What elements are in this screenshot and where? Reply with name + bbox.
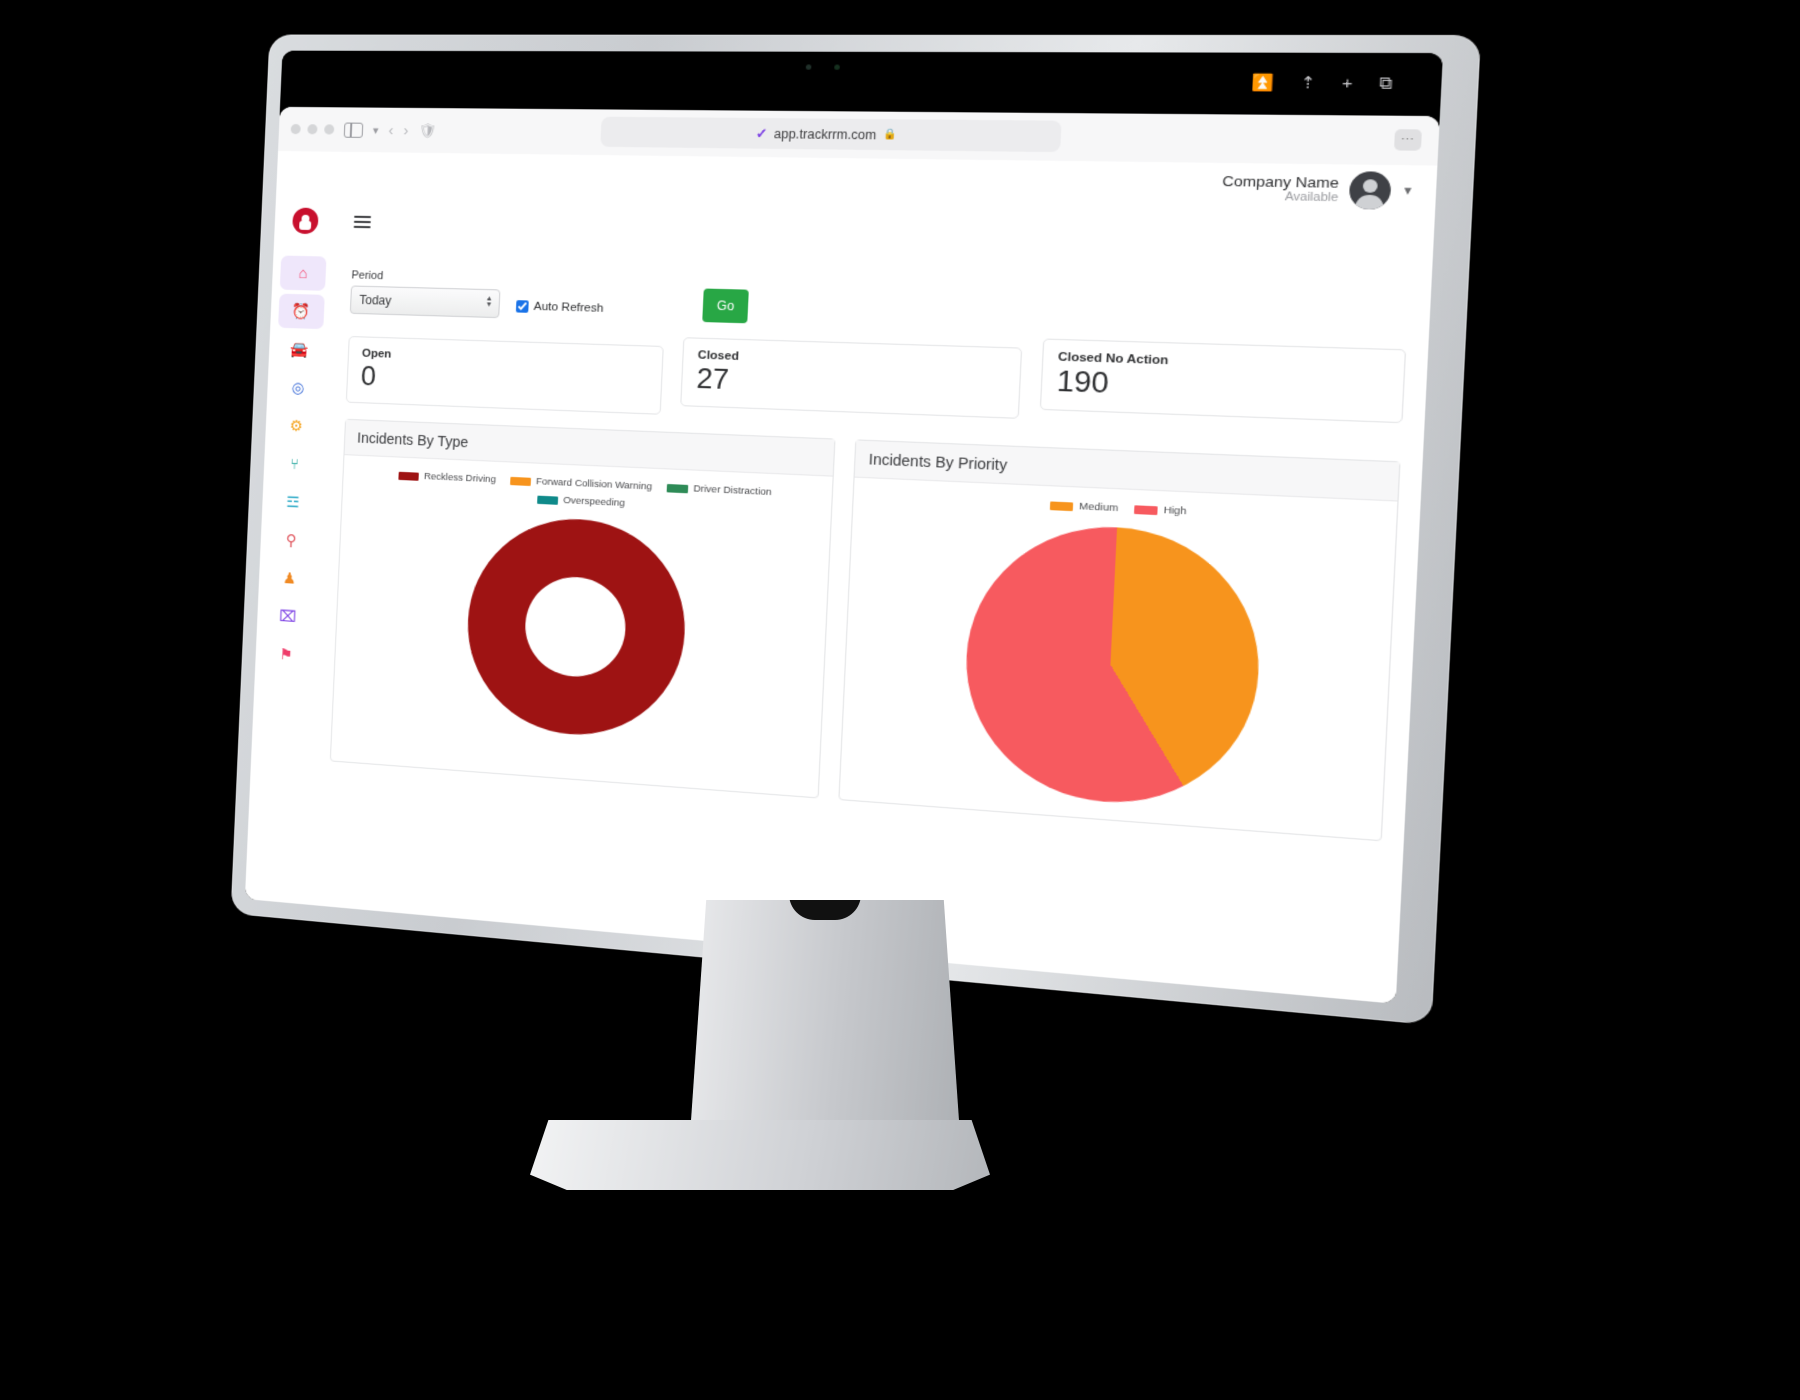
window-controls[interactable] — [290, 124, 335, 135]
sidebar-toggle-icon[interactable] — [343, 122, 364, 138]
chevron-down-icon[interactable]: ▾ — [373, 123, 379, 136]
panel-body: Reckless Driving Forward Collision Warnin… — [332, 455, 833, 769]
browser-toolbar-right: ⏫ ⇡ + ⧉ — [1251, 73, 1393, 94]
sidebar-item-vehicles[interactable]: 🚘 — [276, 332, 323, 368]
sidebar-item-users[interactable]: ♟ — [266, 560, 313, 597]
sidebar-item-filters[interactable]: ☲ — [270, 484, 317, 520]
auto-refresh-input[interactable] — [515, 300, 529, 313]
legend-label: Driver Distraction — [693, 483, 772, 499]
avatar[interactable] — [1348, 171, 1392, 210]
pie-chart — [851, 509, 1383, 821]
legend-swatch — [1050, 501, 1074, 512]
legend-label: High — [1163, 504, 1187, 518]
legend-swatch — [398, 471, 420, 481]
hamburger-menu-icon[interactable] — [353, 215, 372, 229]
legend-label: Reckless Driving — [423, 471, 497, 486]
monitor-stand-base — [530, 1120, 990, 1190]
sidebar-item-drivers[interactable]: ◎ — [275, 370, 322, 406]
legend-label: Overspeeding — [562, 495, 626, 510]
back-arrow-icon[interactable]: ‹ — [388, 121, 394, 138]
screenshot-stage: ⏫ ⇡ + ⧉ ▾ ‹ › 🛡 ✓ app.trackrrm.com 🔒 ⋯ C… — [0, 0, 1800, 1400]
go-button[interactable]: Go — [702, 288, 749, 324]
stepper-icon[interactable]: ▲ ▼ — [485, 295, 493, 309]
charts-row: Incidents By Type Reckless Driving Forwar… — [329, 419, 1401, 842]
excel-report-icon: ⌧ — [278, 607, 297, 627]
sidebar-item-routes[interactable]: ⑂ — [271, 446, 318, 482]
user-icon: ♟ — [282, 569, 297, 588]
more-options-icon[interactable]: ⋯ — [1393, 129, 1422, 151]
main-content: Period Today ▲ ▼ Auto Refresh Go Open 0 … — [305, 244, 1433, 1004]
auto-refresh-label[interactable]: Auto Refresh — [533, 301, 603, 315]
legend-item[interactable]: Driver Distraction — [666, 482, 772, 499]
forward-arrow-icon[interactable]: › — [403, 122, 409, 139]
legend-item[interactable]: Forward Collision Warning — [510, 475, 652, 493]
legend-label: Medium — [1078, 500, 1119, 515]
period-field: Period Today ▲ ▼ — [349, 269, 501, 319]
stat-card[interactable]: Closed 27 — [680, 337, 1022, 420]
v-logo-icon: ✓ — [755, 124, 768, 141]
sidebar-item-incidents[interactable]: ⏰ — [278, 293, 325, 330]
trackr-logo-icon[interactable] — [274, 207, 336, 235]
sidebar-item-flags[interactable]: ⚑ — [263, 636, 310, 673]
legend-item[interactable]: Reckless Driving — [398, 470, 496, 486]
share-icon[interactable]: ⇡ — [1300, 73, 1316, 93]
browser-window: ▾ ‹ › 🛡 ✓ app.trackrrm.com 🔒 ⋯ Company N… — [244, 106, 1440, 1004]
shield-icon[interactable]: 🛡 — [418, 122, 437, 140]
monitor-screen: ⏫ ⇡ + ⧉ ▾ ‹ › 🛡 ✓ app.trackrrm.com 🔒 ⋯ C… — [244, 50, 1443, 1004]
chevron-down-icon[interactable]: ▼ — [1402, 185, 1415, 198]
period-select[interactable]: Today — [349, 285, 501, 319]
incidents-by-type-panel: Incidents By Type Reckless Driving Forwar… — [329, 419, 836, 799]
donut-hole — [523, 574, 628, 680]
gear-icon: ⚙ — [289, 417, 304, 436]
pie-slices[interactable] — [960, 520, 1266, 813]
address-bar[interactable]: ✓ app.trackrrm.com 🔒 — [600, 116, 1062, 153]
home-icon: ⌂ — [298, 264, 308, 282]
legend-item[interactable]: Overspeeding — [537, 494, 626, 510]
filter-icon: ☲ — [285, 493, 300, 512]
new-tab-icon[interactable]: + — [1342, 73, 1354, 92]
monitor-stand-neck — [690, 900, 960, 1135]
alarm-clock-icon: ⏰ — [291, 303, 311, 321]
download-icon[interactable]: ⏫ — [1251, 73, 1274, 93]
legend-swatch — [1134, 505, 1158, 515]
monitor: ⏫ ⇡ + ⧉ ▾ ‹ › 🛡 ✓ app.trackrrm.com 🔒 ⋯ C… — [230, 34, 1481, 1026]
period-label: Period — [351, 269, 384, 283]
auto-refresh-checkbox[interactable]: Auto Refresh — [515, 300, 604, 321]
tab-overview-icon[interactable]: ⧉ — [1379, 74, 1393, 93]
company-name: Company Name — [1222, 172, 1340, 192]
user-status: Available — [1284, 190, 1339, 205]
sidebar-item-dashboard[interactable]: ⌂ — [279, 255, 327, 291]
driver-badge-icon: ◎ — [291, 379, 305, 397]
stat-card[interactable]: Closed No Action 190 — [1039, 338, 1407, 424]
sidebar-item-groups[interactable]: ⚲ — [268, 522, 315, 559]
car-icon: 🚘 — [290, 341, 310, 359]
legend-swatch — [537, 495, 559, 505]
sidebar-item-settings[interactable]: ⚙ — [273, 408, 320, 444]
legend-item[interactable]: High — [1134, 503, 1187, 518]
stat-card[interactable]: Open 0 — [345, 335, 665, 416]
legend-swatch — [666, 483, 689, 494]
lock-icon: 🔒 — [882, 128, 897, 141]
donut-ring[interactable] — [463, 514, 690, 743]
url-text: app.trackrrm.com — [773, 126, 877, 142]
flag-icon: ⚑ — [279, 646, 294, 664]
user-info: Company Name Available — [1221, 173, 1339, 206]
legend-item[interactable]: Medium — [1050, 500, 1118, 515]
legend-swatch — [510, 476, 531, 486]
route-branch-icon: ⑂ — [289, 455, 300, 473]
incidents-by-priority-panel: Incidents By Priority Medium High — [838, 439, 1401, 842]
webcam — [790, 64, 867, 71]
legend-label: Forward Collision Warning — [535, 476, 653, 494]
people-signal-icon: ⚲ — [285, 531, 297, 550]
sidebar-item-reports[interactable]: ⌧ — [265, 598, 312, 635]
donut-chart — [343, 502, 820, 751]
panel-body: Medium High — [839, 478, 1397, 841]
user-menu[interactable]: Company Name Available ▼ — [1221, 170, 1415, 211]
